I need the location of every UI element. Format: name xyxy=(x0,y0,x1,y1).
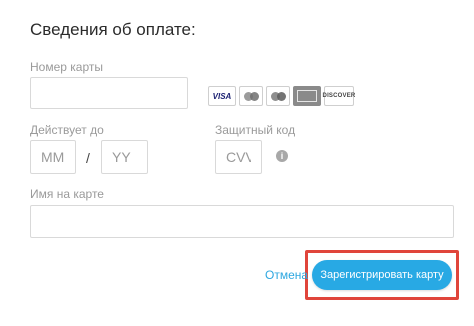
mastercard-logo-icon xyxy=(239,86,263,106)
cancel-link[interactable]: Отмена xyxy=(265,268,308,282)
valid-until-label: Действует до xyxy=(30,123,104,137)
info-icon[interactable]: i xyxy=(276,150,288,162)
card-brand-logos: VISA DISCOVER xyxy=(208,86,355,106)
expiry-month-input[interactable] xyxy=(30,140,76,174)
name-on-card-label: Имя на карте xyxy=(30,187,104,201)
expiry-separator: / xyxy=(86,150,90,166)
register-card-button[interactable]: Зарегистрировать карту xyxy=(312,260,452,290)
american-express-logo-icon xyxy=(293,86,321,106)
cvv-input[interactable] xyxy=(215,140,262,174)
name-on-card-input[interactable] xyxy=(30,205,454,238)
security-code-label: Защитный код xyxy=(215,123,296,137)
card-number-label: Номер карты xyxy=(30,60,103,74)
discover-logo-icon: DISCOVER xyxy=(323,86,355,106)
expiry-year-input[interactable] xyxy=(101,140,148,174)
card-number-input[interactable] xyxy=(30,77,188,109)
form-title: Сведения об оплате: xyxy=(30,20,196,39)
maestro-logo-icon xyxy=(266,86,290,106)
visa-logo-icon: VISA xyxy=(208,86,236,106)
